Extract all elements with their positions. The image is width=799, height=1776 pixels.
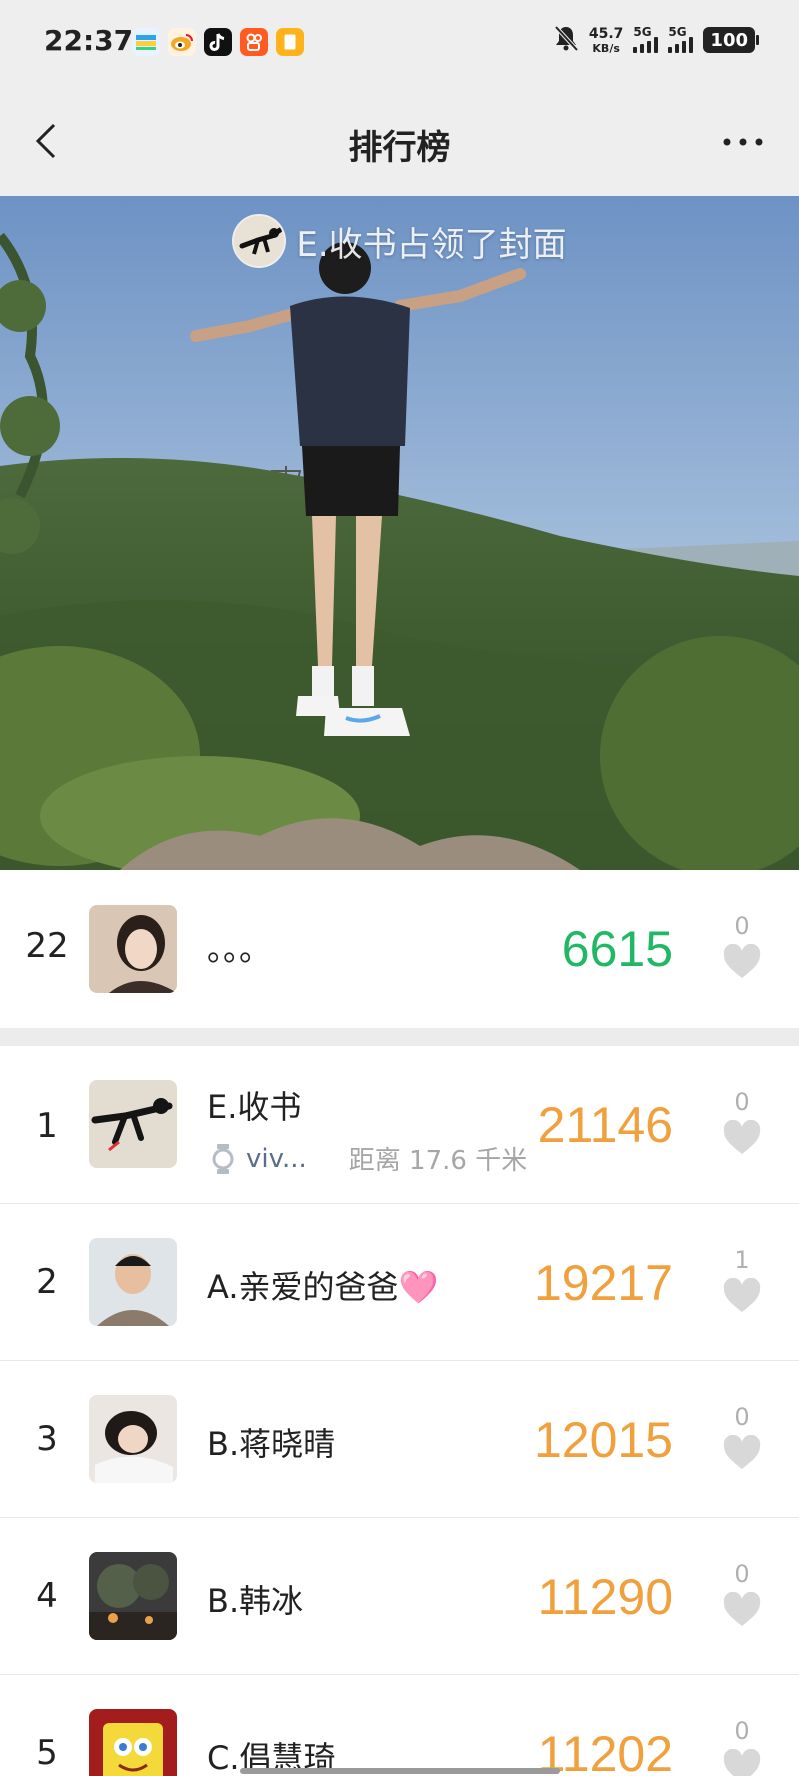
cover-owner-avatar xyxy=(232,214,287,268)
like-button[interactable]: 0 xyxy=(717,1090,767,1156)
watch-icon xyxy=(212,1143,234,1174)
rank-number: 3 xyxy=(36,1419,58,1459)
status-app-icons xyxy=(132,28,304,56)
like-button[interactable]: 0 xyxy=(717,914,767,980)
weibo-app-icon xyxy=(168,28,196,56)
ranking-row[interactable]: 5 C.倡慧琦 11202 0 xyxy=(0,1675,799,1776)
signal-1-label: 5G xyxy=(633,25,652,39)
user-name: A.亲爱的爸爸🩷 xyxy=(207,1268,439,1306)
section-separator xyxy=(0,1028,799,1046)
avatar xyxy=(89,1080,177,1168)
battery-level: 100 xyxy=(710,29,748,51)
step-count: 21146 xyxy=(537,1097,673,1153)
like-count: 0 xyxy=(734,912,750,940)
status-time: 22:37 xyxy=(44,24,134,57)
home-indicator[interactable] xyxy=(240,1768,560,1774)
ranking-row[interactable]: 1 E.收书 viv... 距离 17.6 千米 21146 0 xyxy=(0,1046,799,1203)
status-bar: 22:37 45.7 KB/s 5G 5G 100 xyxy=(0,0,799,84)
avatar xyxy=(89,905,177,993)
ranking-row[interactable]: 3 B.蒋晓晴 12015 0 xyxy=(0,1361,799,1517)
like-count: 0 xyxy=(734,1403,750,1431)
cover-caption-text: E.收书占领了封面 xyxy=(296,224,567,265)
heart-icon xyxy=(723,944,761,978)
rank-number: 1 xyxy=(36,1106,58,1146)
step-count: 19217 xyxy=(533,1255,673,1311)
user-name: 。。。 xyxy=(207,930,272,968)
user-name: B.韩冰 xyxy=(207,1582,304,1620)
page-title: 排行榜 xyxy=(348,128,451,168)
like-button[interactable]: 0 xyxy=(717,1562,767,1628)
rank-number: 22 xyxy=(25,926,69,966)
step-count: 6615 xyxy=(561,921,673,977)
rank-number: 5 xyxy=(36,1733,58,1773)
like-count: 1 xyxy=(734,1246,750,1274)
signal-2-label: 5G xyxy=(668,25,687,39)
step-count: 12015 xyxy=(533,1412,673,1468)
rank-number: 2 xyxy=(36,1262,58,1302)
kuaishou-app-icon xyxy=(240,28,268,56)
avatar xyxy=(89,1709,177,1776)
status-right: 45.7 KB/s 5G 5G 100 xyxy=(553,24,759,56)
wallet-app-icon xyxy=(132,28,160,56)
douyin-app-icon xyxy=(204,28,232,56)
like-button[interactable]: 1 xyxy=(717,1248,767,1314)
user-name: E.收书 xyxy=(207,1088,302,1126)
heart-icon xyxy=(723,1749,761,1776)
like-count: 0 xyxy=(734,1717,750,1745)
rank-number: 4 xyxy=(36,1576,58,1616)
like-count: 0 xyxy=(734,1088,750,1116)
heart-icon xyxy=(723,1278,761,1312)
distance-text: 距离 17.6 千米 xyxy=(348,1146,528,1176)
nav-bar: 排行榜 xyxy=(0,84,799,196)
like-count: 0 xyxy=(734,1560,750,1588)
more-button[interactable] xyxy=(715,122,771,162)
device-name: viv... xyxy=(246,1143,307,1174)
ranking-row[interactable]: 4 B.韩冰 11290 0 xyxy=(0,1518,799,1674)
user-name: B.蒋晓晴 xyxy=(207,1425,336,1463)
avatar xyxy=(89,1552,177,1640)
user-meta: viv... 距离 17.6 千米 xyxy=(212,1140,527,1177)
heart-icon xyxy=(723,1592,761,1626)
like-button[interactable]: 0 xyxy=(717,1405,767,1471)
step-count: 11290 xyxy=(537,1569,673,1625)
ranking-row[interactable]: 2 A.亲爱的爸爸🩷 19217 1 xyxy=(0,1204,799,1360)
net-speed-value: 45.7 xyxy=(588,25,624,42)
avatar xyxy=(89,1238,177,1326)
cover-photo xyxy=(0,196,799,870)
files-app-icon xyxy=(276,28,304,56)
net-speed-unit: KB/s xyxy=(592,41,620,55)
heart-icon xyxy=(723,1120,761,1154)
battery-icon: 100 xyxy=(703,27,759,53)
like-button[interactable]: 0 xyxy=(717,1719,767,1776)
avatar xyxy=(89,1395,177,1483)
cover-caption: E.收书占领了封面 xyxy=(0,214,799,268)
net-speed: 45.7 KB/s xyxy=(589,27,624,54)
my-rank-row[interactable]: 22 。。。 6615 0 xyxy=(0,870,799,1028)
signal-icon: 5G xyxy=(633,25,659,53)
heart-icon xyxy=(723,1435,761,1469)
more-dots-icon xyxy=(723,138,763,146)
signal-icon: 5G xyxy=(668,25,694,53)
cover-image[interactable]: E.收书占领了封面 xyxy=(0,196,799,870)
bell-mute-icon xyxy=(553,24,579,56)
